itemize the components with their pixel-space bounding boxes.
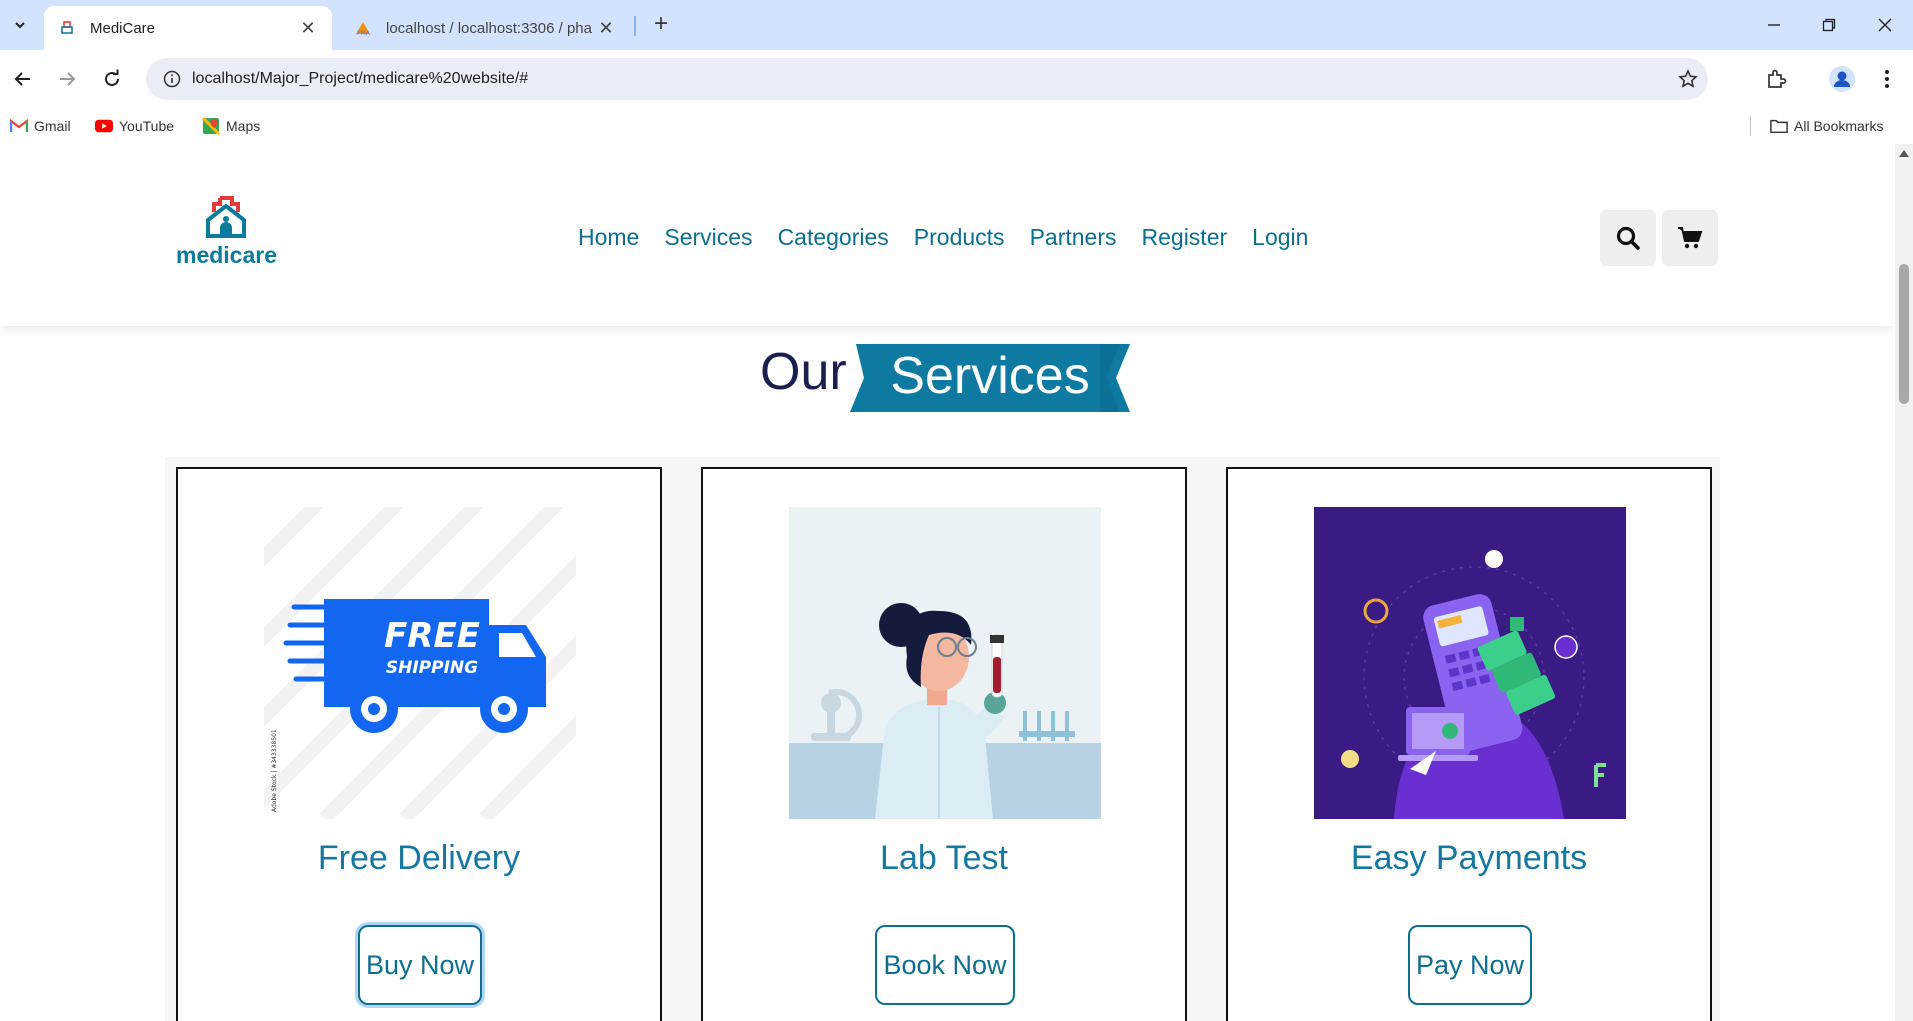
service-title: Easy Payments bbox=[1350, 839, 1588, 877]
bookmark-maps[interactable]: Maps bbox=[202, 114, 260, 138]
stock-watermark-text: Adobe Stock | #343338501 bbox=[271, 729, 278, 812]
lab-scientist-image bbox=[789, 507, 1101, 819]
gmail-icon bbox=[10, 117, 28, 135]
bookmarks-bar: Gmail YouTube Maps All Bookmarks bbox=[0, 108, 1913, 144]
nav-home[interactable]: Home bbox=[578, 224, 639, 251]
tab-phpmyadmin[interactable]: PMA localhost / localhost:3306 / pha ✕ bbox=[340, 6, 630, 50]
nav-login[interactable]: Login bbox=[1252, 224, 1308, 251]
bookmark-star-icon[interactable] bbox=[1668, 69, 1708, 89]
bookmarks-separator bbox=[1750, 116, 1751, 136]
bookmark-label: Gmail bbox=[34, 118, 71, 134]
restore-icon bbox=[1822, 18, 1836, 32]
nav-register[interactable]: Register bbox=[1142, 224, 1228, 251]
book-now-button[interactable]: Book Now bbox=[875, 925, 1015, 1005]
phpmyadmin-favicon-icon: PMA bbox=[354, 19, 372, 37]
close-tab-icon[interactable]: ✕ bbox=[298, 18, 318, 39]
nav-products[interactable]: Products bbox=[914, 224, 1005, 251]
service-card-delivery: FREE SHIPPING Adobe Stock | #343338501 F… bbox=[176, 467, 662, 1021]
bookmark-label: Maps bbox=[226, 118, 261, 134]
youtube-icon bbox=[95, 117, 113, 135]
scroll-thumb[interactable] bbox=[1899, 264, 1909, 404]
main-nav: Home Services Categories Products Partne… bbox=[578, 224, 1333, 251]
site-header: medicare Home Services Categories Produc… bbox=[0, 144, 1895, 326]
service-card-lab: Lab Test Book Now bbox=[701, 467, 1187, 1021]
medicare-logo[interactable]: medicare bbox=[176, 196, 278, 268]
bookmark-youtube[interactable]: YouTube bbox=[95, 114, 174, 138]
reload-button[interactable] bbox=[95, 62, 129, 96]
close-icon bbox=[1878, 18, 1892, 32]
medicare-favicon-icon bbox=[58, 19, 76, 37]
free-text: FREE bbox=[384, 616, 480, 656]
service-title: Free Delivery bbox=[317, 839, 521, 877]
forward-button[interactable] bbox=[50, 62, 84, 96]
search-button[interactable] bbox=[1600, 210, 1656, 266]
reload-icon bbox=[105, 69, 119, 86]
extensions-icon[interactable] bbox=[1761, 64, 1791, 94]
more-menu-icon[interactable] bbox=[1872, 64, 1902, 94]
close-window-button[interactable] bbox=[1857, 0, 1913, 50]
service-card-payments: Easy Payments Pay Now bbox=[1226, 467, 1712, 1021]
nav-partners[interactable]: Partners bbox=[1030, 224, 1117, 251]
restore-window-button[interactable] bbox=[1801, 0, 1857, 50]
pay-now-button[interactable]: Pay Now bbox=[1408, 925, 1532, 1005]
cart-button[interactable] bbox=[1662, 210, 1718, 266]
shipping-text: SHIPPING bbox=[386, 658, 478, 678]
all-bookmarks-button[interactable]: All Bookmarks bbox=[1770, 114, 1883, 138]
url-text: localhost/Major_Project/medicare%20websi… bbox=[192, 70, 529, 87]
heading-our-text: Our bbox=[760, 343, 847, 401]
minimize-window-button[interactable] bbox=[1746, 0, 1802, 50]
bookmark-label: YouTube bbox=[119, 118, 175, 134]
arrow-right-icon bbox=[60, 72, 76, 86]
profile-avatar-icon[interactable] bbox=[1827, 64, 1857, 94]
arrow-left-icon bbox=[14, 72, 30, 86]
tab-strip: MediCare ✕ PMA localhost / localhost:330… bbox=[0, 0, 1913, 50]
svg-text:PMA: PMA bbox=[357, 30, 371, 36]
tab-search-button[interactable] bbox=[6, 11, 34, 39]
nav-services[interactable]: Services bbox=[664, 224, 752, 251]
back-button[interactable] bbox=[6, 62, 40, 96]
new-tab-button[interactable]: + bbox=[646, 10, 676, 40]
search-icon bbox=[1616, 226, 1640, 250]
browser-toolbar: localhost/Major_Project/medicare%20websi… bbox=[0, 50, 1913, 108]
house-cross-logo-icon bbox=[206, 196, 246, 238]
all-bookmarks-label: All Bookmarks bbox=[1794, 118, 1884, 134]
cart-icon bbox=[1678, 227, 1703, 249]
bookmark-gmail[interactable]: Gmail bbox=[10, 114, 71, 138]
logo-text: medicare bbox=[176, 242, 278, 268]
tab-title: MediCare bbox=[90, 19, 156, 37]
site-info-icon[interactable] bbox=[152, 70, 192, 88]
tab-title: localhost / localhost:3306 / pha bbox=[386, 19, 592, 37]
payment-terminal-image bbox=[1314, 507, 1626, 819]
nav-categories[interactable]: Categories bbox=[778, 224, 889, 251]
heading-ribbon: Services bbox=[850, 340, 1130, 416]
scroll-up-arrow-icon[interactable] bbox=[1899, 150, 1909, 157]
free-shipping-truck-image: FREE SHIPPING Adobe Stock | #343338501 bbox=[264, 507, 576, 819]
address-bar[interactable]: localhost/Major_Project/medicare%20websi… bbox=[146, 58, 1708, 100]
minimize-icon bbox=[1768, 24, 1780, 26]
heading-services-text: Services bbox=[890, 347, 1090, 405]
maps-icon bbox=[202, 117, 220, 135]
close-tab-icon[interactable]: ✕ bbox=[596, 18, 616, 39]
folder-icon bbox=[1770, 117, 1788, 135]
service-title: Lab Test bbox=[880, 839, 1008, 877]
buy-now-button[interactable]: Buy Now bbox=[358, 925, 482, 1005]
page-viewport: medicare Home Services Categories Produc… bbox=[0, 144, 1913, 1021]
tab-separator bbox=[634, 16, 636, 36]
chevron-down-icon bbox=[15, 22, 25, 29]
tab-medicare[interactable]: MediCare ✕ bbox=[44, 6, 332, 50]
page-scrollbar[interactable] bbox=[1895, 144, 1913, 1021]
